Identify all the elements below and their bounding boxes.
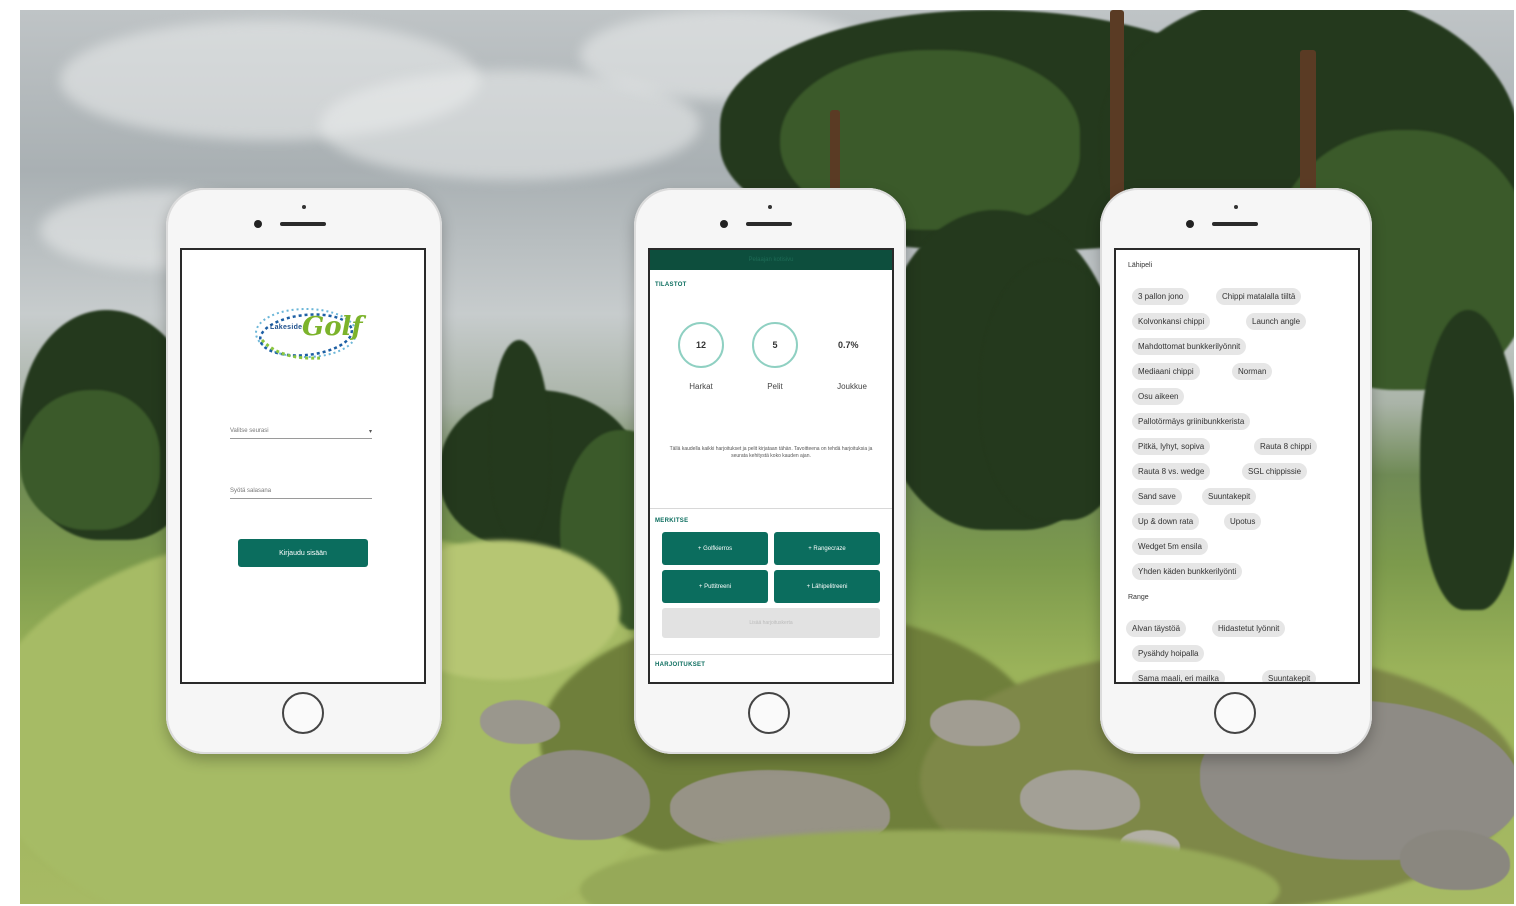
logo-word: Golf <box>302 312 363 342</box>
add-range-button[interactable]: + Rangecraze <box>774 532 880 565</box>
password-placeholder: Syötä salasana <box>230 488 272 494</box>
drill-chip[interactable]: Suuntakepit <box>1262 670 1317 682</box>
club-logo: Lakeside Golf <box>250 298 363 368</box>
drill-chip[interactable]: Rauta 8 vs. wedge <box>1132 463 1211 480</box>
header-title: Pelaajan kotisivu <box>748 257 794 263</box>
drill-chip[interactable]: Pitkä, lyhyt, sopiva <box>1132 438 1211 455</box>
add-golf-round-button[interactable]: + Golfkierros <box>662 532 768 565</box>
stat-label-practices: Harkat <box>689 382 713 391</box>
phone-drills: Lähipeli 3 pallon jono Chippi matalalla … <box>1100 188 1372 754</box>
stat-label-games: Pelit <box>767 382 783 391</box>
drill-chip[interactable]: Wedget 5m ensila <box>1132 538 1208 555</box>
stat-circle-games: 5 <box>752 322 798 368</box>
drill-chip[interactable]: Mahdottomat bunkkerilyönnit <box>1132 338 1247 355</box>
drill-chip[interactable]: Sama maali, eri mailka <box>1132 670 1225 682</box>
app-header: Pelaajan kotisivu <box>650 250 892 270</box>
drill-chip[interactable]: Suuntakepit <box>1202 488 1257 505</box>
category-title-short-game: Lähipeli <box>1128 262 1153 269</box>
camera-icon <box>254 220 262 228</box>
stats-title: TILASTOT <box>655 282 687 288</box>
sensor-dot <box>302 205 306 209</box>
info-text: Tällä kaudella kaikki harjoitukset ja pe… <box>669 446 873 459</box>
phone-dashboard: Pelaajan kotisivu TILASTOT 12 Harkat 5 P… <box>634 188 906 754</box>
drill-chip[interactable]: Chippi matalalla tiiltä <box>1216 288 1302 305</box>
drill-chip[interactable]: 3 pallon jono <box>1132 288 1190 305</box>
sensor-dot <box>1234 205 1238 209</box>
drill-chip[interactable]: Alvan täystöä <box>1126 620 1187 637</box>
drill-chip[interactable]: Sand save <box>1132 488 1182 505</box>
home-button[interactable] <box>748 692 790 734</box>
record-title: MERKITSE <box>655 518 689 524</box>
drill-chip[interactable]: SGL chippissie <box>1242 463 1308 480</box>
drill-chip[interactable]: Launch angle <box>1246 313 1307 330</box>
drill-chip[interactable]: Norman <box>1232 363 1273 380</box>
section-divider <box>650 508 892 509</box>
drill-chip[interactable]: Hidastetut lyönnit <box>1212 620 1286 637</box>
add-short-game-button[interactable]: + Lähipelitreeni <box>774 570 880 603</box>
drill-chip[interactable]: Rauta 8 chippi <box>1254 438 1318 455</box>
home-button[interactable] <box>282 692 324 734</box>
password-input[interactable]: Syötä salasana <box>230 488 372 499</box>
chevron-down-icon: ▾ <box>368 429 372 435</box>
drill-chip[interactable]: Mediaani chippi <box>1132 363 1200 380</box>
login-button[interactable]: Kirjaudu sisään <box>238 539 368 567</box>
camera-icon <box>1186 220 1194 228</box>
drill-chip[interactable]: Osu aikeen <box>1132 388 1185 405</box>
add-putting-button[interactable]: + Puttitreeni <box>662 570 768 603</box>
speaker-grille <box>280 222 326 226</box>
stat-value-practices: 12 <box>695 340 706 350</box>
stat-label-team: Joukkue <box>837 382 867 391</box>
drill-chip[interactable]: Up & down rata <box>1132 513 1200 530</box>
speaker-grille <box>1212 222 1258 226</box>
screen-login: Lakeside Golf Valitse seurasi ▾ Syötä sa… <box>180 248 426 684</box>
stat-value-team: 0.7% <box>838 340 859 350</box>
drill-chip[interactable]: Yhden käden bunkkerilyönti <box>1132 563 1243 580</box>
stat-value-games: 5 <box>772 340 778 350</box>
exercises-title: HARJOITUKSET <box>655 662 706 668</box>
stat-circle-practices: 12 <box>678 322 724 368</box>
logo-prefix: Lakeside <box>270 324 303 331</box>
section-divider <box>650 654 892 655</box>
screen-dashboard: Pelaajan kotisivu TILASTOT 12 Harkat 5 P… <box>648 248 894 684</box>
drill-chip[interactable]: Kolvonkansi chippi <box>1132 313 1211 330</box>
camera-icon <box>720 220 728 228</box>
drill-chip[interactable]: Pysähdy hoipalla <box>1132 645 1205 662</box>
sensor-dot <box>768 205 772 209</box>
drill-chip[interactable]: Pallotörmäys griinibunkkerista <box>1132 413 1251 430</box>
speaker-grille <box>746 222 792 226</box>
club-select-placeholder: Valitse seurasi <box>230 428 269 434</box>
add-practice-button[interactable]: Lisää harjoituskerta <box>662 608 880 638</box>
drill-chip[interactable]: Upotus <box>1224 513 1262 530</box>
category-title-range: Range <box>1128 594 1149 601</box>
home-button[interactable] <box>1214 692 1256 734</box>
club-select[interactable]: Valitse seurasi ▾ <box>230 428 372 439</box>
screen-drills: Lähipeli 3 pallon jono Chippi matalalla … <box>1114 248 1360 684</box>
phone-login: Lakeside Golf Valitse seurasi ▾ Syötä sa… <box>166 188 442 754</box>
